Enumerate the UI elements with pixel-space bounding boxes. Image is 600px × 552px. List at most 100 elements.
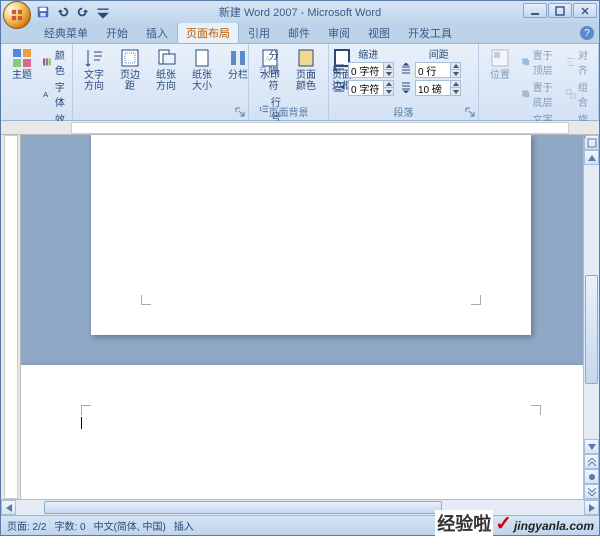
office-logo-icon (10, 8, 24, 22)
prev-page-button[interactable] (584, 454, 599, 469)
text-cursor (81, 417, 82, 429)
spin-down[interactable] (383, 70, 393, 77)
send-back-button[interactable]: 置于底层 (519, 78, 562, 110)
scroll-left-button[interactable] (1, 500, 16, 515)
close-icon (580, 6, 590, 16)
page-setup-dialog-launcher[interactable] (235, 107, 245, 117)
group-page-setup: 文字方向 页边距 纸张方向 纸张大小 分栏 分隔符 1行号 bc断字 页面设置 (73, 44, 249, 120)
theme-colors-button[interactable]: 颜色 (41, 46, 71, 78)
tab-reference[interactable]: 引用 (239, 22, 279, 43)
tab-review[interactable]: 审阅 (319, 22, 359, 43)
save-icon (36, 5, 50, 19)
theme-fonts-button[interactable]: A字体 (41, 78, 71, 110)
quick-access-toolbar (35, 4, 111, 20)
tab-dev[interactable]: 开发工具 (399, 22, 461, 43)
tab-mail[interactable]: 邮件 (279, 22, 319, 43)
colors-icon (43, 55, 53, 69)
columns-button[interactable]: 分栏 (221, 46, 255, 83)
space-after-icon (400, 81, 412, 96)
indent-right-row (333, 79, 394, 97)
maximize-icon (555, 6, 565, 16)
app-window: 新建 Word 2007 - Microsoft Word 经典菜单 开始 插入… (0, 0, 600, 536)
scroll-down-button[interactable] (584, 439, 599, 454)
status-insert-mode[interactable]: 插入 (174, 518, 194, 533)
orientation-button[interactable]: 纸张方向 (149, 46, 183, 94)
office-button[interactable] (3, 1, 31, 29)
qat-dropdown[interactable] (95, 4, 111, 20)
position-icon (490, 48, 510, 68)
undo-icon (56, 5, 70, 19)
text-direction-button[interactable]: 文字方向 (77, 46, 111, 94)
undo-button[interactable] (55, 4, 71, 20)
group-icon (566, 87, 576, 101)
tab-classic[interactable]: 经典菜单 (35, 22, 97, 43)
dropdown-icon (96, 5, 110, 19)
close-button[interactable] (573, 3, 597, 18)
spin-down[interactable] (450, 70, 460, 77)
themes-button[interactable]: 主题 (5, 46, 39, 83)
spin-up[interactable] (383, 63, 393, 70)
redo-icon (76, 5, 90, 19)
title-bar: 新建 Word 2007 - Microsoft Word (1, 1, 599, 23)
space-before-icon (400, 63, 412, 78)
breaks-button[interactable]: 分隔符 (257, 46, 287, 93)
horizontal-ruler[interactable] (1, 121, 599, 135)
ribbon-tabs: 经典菜单 开始 插入 页面布局 引用 邮件 审阅 视图 开发工具 (1, 23, 599, 43)
group-button[interactable]: 组合 (564, 78, 594, 110)
spin-up[interactable] (450, 63, 460, 70)
indent-left-row (333, 61, 394, 79)
size-button[interactable]: 纸张大小 (185, 46, 219, 94)
spin-up[interactable] (383, 81, 393, 88)
orientation-icon (156, 48, 176, 68)
page-color-button[interactable]: 页面颜色 (289, 46, 323, 94)
indent-right-input[interactable] (348, 80, 394, 96)
maximize-button[interactable] (548, 3, 572, 18)
help-button[interactable]: ? (580, 26, 594, 40)
vertical-scrollbar[interactable] (583, 135, 599, 499)
watermark-overlay: 经验啦 ✓ jingyanla.com (435, 510, 594, 536)
save-button[interactable] (35, 4, 51, 20)
page-2[interactable] (21, 365, 583, 499)
ribbon: 主题 颜色 A字体 效果 主题 文字方向 页边距 纸张方向 纸张大小 分栏 分隔… (1, 43, 599, 121)
vertical-ruler[interactable] (1, 135, 21, 499)
group-themes: 主题 颜色 A字体 效果 主题 (1, 44, 73, 120)
spin-down[interactable] (450, 88, 460, 95)
window-controls (523, 3, 597, 18)
document-pane[interactable] (21, 135, 583, 499)
select-browse-object[interactable] (584, 469, 599, 484)
themes-icon (12, 48, 32, 68)
align-button[interactable]: 对齐 (564, 46, 594, 78)
svg-text:A: A (43, 90, 49, 99)
indent-left-input[interactable] (348, 62, 394, 78)
tab-insert[interactable]: 插入 (137, 22, 177, 43)
minimize-button[interactable] (523, 3, 547, 18)
status-page[interactable]: 页面: 2/2 (7, 518, 46, 533)
redo-button[interactable] (75, 4, 91, 20)
margins-icon (120, 48, 140, 68)
bring-front-icon (521, 55, 531, 69)
window-title: 新建 Word 2007 - Microsoft Word (219, 4, 381, 20)
work-area (1, 135, 599, 499)
tab-home[interactable]: 开始 (97, 22, 137, 43)
page-1[interactable] (91, 135, 531, 335)
position-button[interactable]: 位置 (483, 46, 517, 83)
tab-layout[interactable]: 页面布局 (177, 22, 239, 43)
scroll-thumb-v[interactable] (585, 275, 598, 385)
minimize-icon (530, 6, 540, 16)
status-words[interactable]: 字数: 0 (54, 518, 85, 533)
next-page-button[interactable] (584, 484, 599, 499)
margins-button[interactable]: 页边距 (113, 46, 147, 94)
tab-view[interactable]: 视图 (359, 22, 399, 43)
indent-right-icon (333, 81, 345, 96)
bring-front-button[interactable]: 置于顶层 (519, 46, 562, 78)
status-language[interactable]: 中文(简体, 中国) (94, 518, 166, 533)
spin-up[interactable] (450, 81, 460, 88)
paragraph-dialog-launcher[interactable] (465, 107, 475, 117)
scroll-thumb-h[interactable] (44, 501, 442, 514)
group-paragraph: 缩进 间距 (329, 44, 479, 120)
spin-down[interactable] (383, 88, 393, 95)
indent-left-icon (333, 63, 345, 78)
space-before-input[interactable] (415, 62, 461, 78)
space-after-input[interactable] (415, 80, 461, 96)
size-icon (192, 48, 212, 68)
